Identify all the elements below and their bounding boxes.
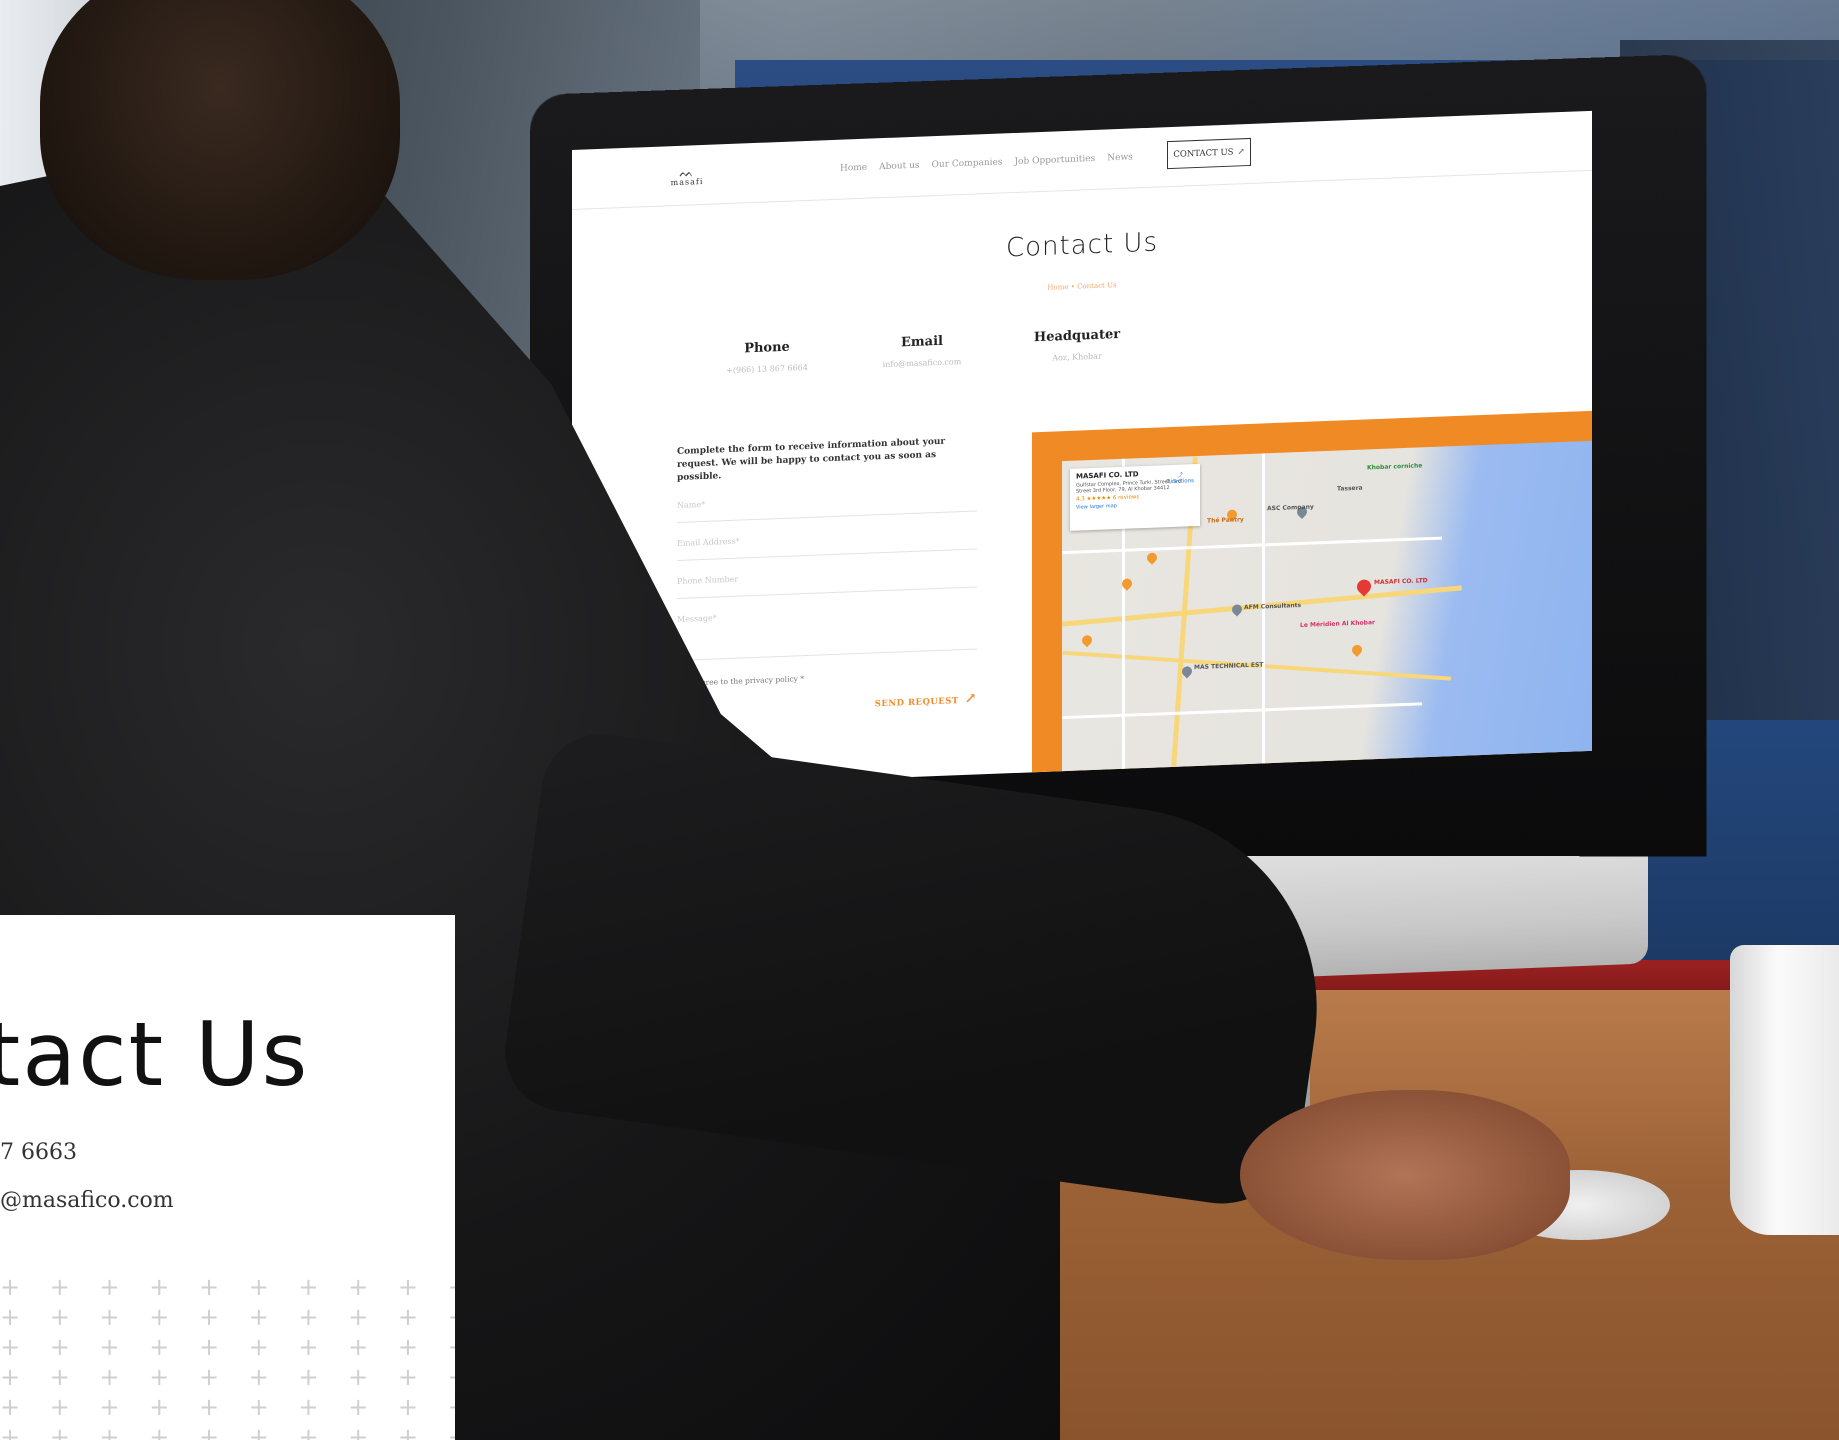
- contact-us-button[interactable]: CONTACT US ↗: [1167, 137, 1251, 170]
- card-title: ntact Us: [0, 1003, 310, 1106]
- privacy-agree[interactable]: I agree to the privacy policy *: [677, 667, 977, 688]
- info-email-value[interactable]: info@masafico.com: [837, 355, 1007, 371]
- map-pin-icon[interactable]: [1144, 550, 1160, 565]
- map-label-afm: AFM Consultants: [1244, 601, 1302, 612]
- form-lead: Complete the form to receive information…: [677, 436, 946, 483]
- info-headquarter-value: Aoz, Khobar: [1052, 351, 1102, 363]
- card-email[interactable]: @masafico.com: [0, 1188, 174, 1213]
- email-field[interactable]: Email Address*: [677, 527, 977, 561]
- map-label-corniche: Khobar corniche: [1367, 462, 1423, 472]
- arrow-up-right-icon: ↗: [964, 690, 977, 707]
- nav-home[interactable]: Home: [840, 163, 867, 174]
- map-label-pantry: Thé Pantry: [1207, 516, 1244, 525]
- map-info-card: MASAFI CO. LTD Gulfstar Complex, Prince …: [1070, 463, 1200, 531]
- info-phone: Phone +(966) 13 867 6664: [682, 337, 852, 377]
- nav-jobs[interactable]: Job Opportunities: [1014, 154, 1095, 167]
- site-logo[interactable]: ᨓ masafi: [667, 165, 707, 189]
- map-pin-icon[interactable]: [1349, 642, 1365, 657]
- logo-text: masafi: [670, 176, 704, 188]
- map-label-mas: MAS TECHNICAL EST: [1194, 661, 1264, 672]
- info-phone-value: +(966) 13 867 6664: [726, 362, 808, 376]
- map-label-masafi: MASAFI CO. LTD: [1374, 577, 1428, 587]
- privacy-label: I agree to the privacy policy *: [691, 674, 805, 688]
- nav-about[interactable]: About us: [879, 161, 919, 173]
- person-head: [40, 0, 400, 280]
- map-directions[interactable]: ⤴ Directions: [1166, 470, 1194, 486]
- info-email-heading: Email: [901, 333, 943, 351]
- map-label-tassera: Tassera: [1337, 484, 1363, 493]
- info-headquarter: Headquater Aoz, Khobar: [992, 325, 1162, 365]
- nav-companies[interactable]: Our Companies: [932, 157, 1003, 170]
- main-nav: Home About us Our Companies Job Opportun…: [840, 152, 1133, 173]
- contact-form: Complete the form to receive information…: [677, 434, 977, 718]
- google-map[interactable]: MASAFI CO. LTD Gulfstar Complex, Prince …: [1062, 440, 1592, 772]
- send-request-label: SEND REQUEST: [874, 696, 959, 710]
- contact-overlay-card: ntact Us 7 6663 @masafico.com + + + + + …: [0, 915, 455, 1440]
- nav-news[interactable]: News: [1107, 152, 1133, 163]
- coffee-mug: [1730, 945, 1839, 1235]
- map-directions-label: Directions: [1166, 478, 1194, 486]
- message-field[interactable]: Message*: [677, 603, 977, 661]
- arrow-up-right-icon: ↗: [1237, 147, 1245, 158]
- contact-us-label: CONTACT US: [1173, 147, 1234, 160]
- send-request-button[interactable]: SEND REQUEST ↗: [677, 690, 977, 718]
- info-headquarter-heading: Headquater: [1033, 326, 1121, 346]
- plus-pattern: + + + + + + + + + + + + + + + + + + + + …: [0, 1273, 455, 1440]
- info-email: Email info@masafico.com: [837, 331, 1007, 371]
- map-pin-icon[interactable]: [1079, 633, 1095, 648]
- person-hand: [1240, 1090, 1570, 1260]
- phone-field[interactable]: Phone Number: [677, 565, 977, 599]
- monitor-screen: ᨓ masafi Home About us Our Companies Job…: [572, 110, 1592, 790]
- map-street: [1062, 702, 1422, 720]
- map-label-meridien: Le Méridien Al Khobar: [1300, 619, 1375, 630]
- card-phone: 7 6663: [0, 1140, 77, 1165]
- map-street: [1062, 536, 1442, 555]
- info-phone-heading: Phone: [744, 339, 790, 357]
- name-field[interactable]: Name*: [677, 489, 977, 523]
